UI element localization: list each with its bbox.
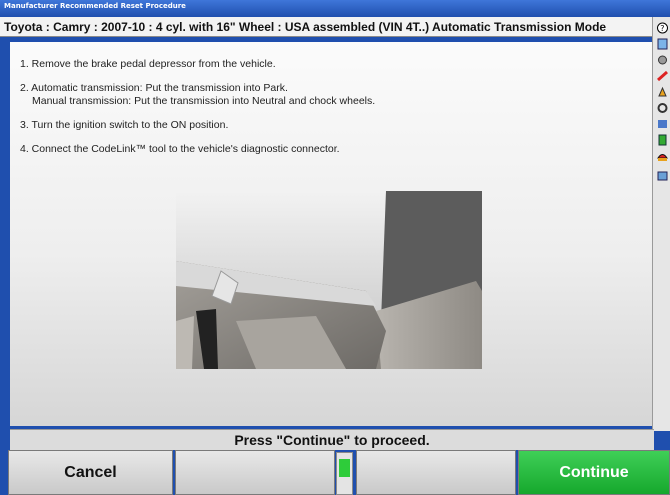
status-meter	[336, 452, 353, 495]
title-bar: Manufacturer Recommended Reset Procedure	[0, 0, 670, 17]
step-1: 1. Remove the brake pedal depressor from…	[20, 58, 276, 70]
procedure-panel: 1. Remove the brake pedal depressor from…	[10, 42, 654, 426]
help-icon[interactable]: ?	[657, 21, 668, 34]
tools-icon[interactable]	[657, 169, 668, 181]
step-3: 3. Turn the ignition switch to the ON po…	[20, 119, 229, 131]
step-2-line-1: 2. Automatic transmission: Put the trans…	[20, 82, 288, 94]
cancel-button[interactable]: Cancel	[8, 450, 173, 495]
vehicle-description-bar: Toyota : Camry : 2007-10 : 4 cyl. with 1…	[0, 17, 652, 37]
procedure-photo	[176, 191, 482, 369]
vehicle-description: Toyota : Camry : 2007-10 : 4 cyl. with 1…	[4, 20, 607, 34]
step-2-line-2: Manual transmission: Put the transmissio…	[32, 95, 376, 107]
button-row: Cancel Continue	[0, 450, 670, 495]
cancel-button-label: Cancel	[64, 464, 117, 481]
step-2: 2. Automatic transmission: Put the trans…	[20, 82, 375, 108]
vehicle-icon[interactable]	[657, 149, 668, 161]
specs-icon[interactable]	[657, 117, 668, 129]
wheel-icon[interactable]	[657, 53, 668, 65]
step-4: 4. Connect the CodeLink™ tool to the veh…	[20, 143, 340, 155]
status-bar: Press "Continue" to proceed.	[10, 429, 654, 450]
blank-button-3[interactable]	[356, 450, 516, 495]
measure-icon[interactable]	[657, 69, 668, 82]
print-icon[interactable]	[657, 101, 668, 113]
status-meter-fill	[339, 459, 350, 477]
status-message: Press "Continue" to proceed.	[234, 432, 430, 448]
caster-icon[interactable]	[657, 85, 668, 97]
dashboard-photo-illustration	[176, 191, 482, 369]
side-toolbar: ?	[652, 17, 670, 431]
continue-button[interactable]: Continue	[518, 450, 670, 495]
procedure-steps: 1. Remove the brake pedal depressor from…	[20, 58, 375, 167]
camber-icon[interactable]	[657, 133, 668, 146]
window-title: Manufacturer Recommended Reset Procedure	[4, 2, 186, 10]
continue-button-label: Continue	[559, 464, 629, 481]
svg-text:?: ?	[660, 24, 664, 33]
alignment-icon[interactable]	[657, 37, 668, 50]
blank-button-2[interactable]	[175, 450, 335, 495]
